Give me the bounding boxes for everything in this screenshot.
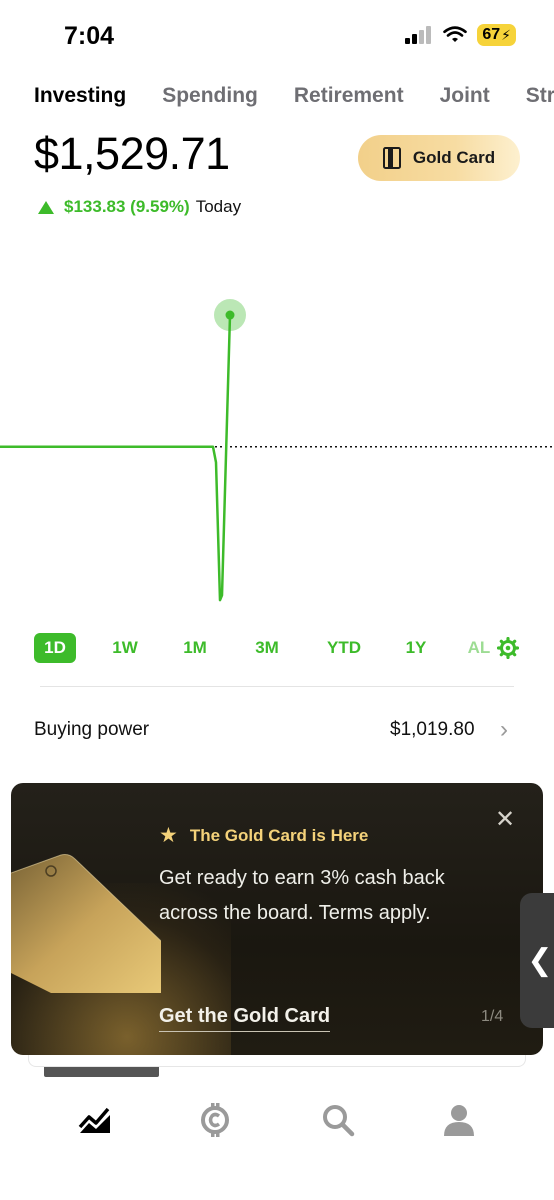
daily-change: $133.83 (9.59%) Today bbox=[38, 197, 241, 217]
gold-card-label: Gold Card bbox=[412, 148, 496, 167]
account-tabs: Investing Spending Retirement Joint Stra bbox=[34, 84, 554, 108]
gold-card-image bbox=[11, 854, 161, 993]
tab-joint[interactable]: Joint bbox=[440, 84, 490, 108]
star-icon: ★ bbox=[159, 824, 178, 847]
nav-search[interactable] bbox=[313, 1095, 363, 1145]
tab-investing[interactable]: Investing bbox=[34, 84, 126, 108]
status-time: 7:04 bbox=[64, 22, 115, 50]
gold-card-button[interactable]: Gold Card bbox=[358, 135, 520, 181]
investing-icon bbox=[78, 1107, 110, 1133]
tab-spending[interactable]: Spending bbox=[162, 84, 258, 108]
account-icon bbox=[444, 1105, 474, 1136]
stacked-card-progress bbox=[44, 1067, 159, 1077]
divider bbox=[40, 686, 514, 687]
chevron-left-icon: ❮ bbox=[527, 944, 553, 977]
range-1y[interactable]: 1Y bbox=[395, 633, 437, 663]
chevron-right-icon[interactable]: › bbox=[500, 716, 508, 744]
crypto-icon bbox=[201, 1103, 229, 1137]
portfolio-chart[interactable] bbox=[0, 290, 554, 620]
portfolio-balance: $1,529.71 bbox=[34, 128, 230, 179]
tab-retirement[interactable]: Retirement bbox=[294, 84, 404, 108]
range-1m[interactable]: 1M bbox=[174, 633, 216, 663]
time-range-selector: 1D 1W 1M 3M YTD 1Y AL bbox=[34, 633, 524, 663]
wifi-icon bbox=[443, 26, 468, 42]
signal-icon bbox=[405, 26, 432, 44]
nav-investing[interactable] bbox=[70, 1095, 120, 1145]
promo-title-text: The Gold Card is Here bbox=[189, 825, 369, 845]
range-ytd[interactable]: YTD bbox=[319, 633, 369, 663]
battery-level: 67 bbox=[482, 26, 501, 43]
nav-crypto[interactable] bbox=[190, 1095, 240, 1145]
promo-pagination: 1/4 bbox=[481, 1008, 504, 1025]
status-icons: 67 ⚡ bbox=[405, 24, 516, 46]
buying-power-label[interactable]: Buying power bbox=[34, 719, 149, 741]
up-arrow-icon bbox=[38, 200, 54, 214]
current-point bbox=[225, 310, 235, 320]
close-icon[interactable]: ✕ bbox=[495, 805, 515, 834]
tab-strategies[interactable]: Stra bbox=[526, 84, 554, 108]
battery-indicator: 67 ⚡ bbox=[477, 24, 516, 46]
get-gold-card-link[interactable]: Get the Gold Card bbox=[159, 1005, 331, 1032]
gold-card-promo[interactable]: ★ The Gold Card is Here Get ready to ear… bbox=[11, 783, 543, 1055]
price-line bbox=[0, 315, 232, 602]
promo-body: Get ready to earn 3% cash back across th… bbox=[159, 867, 445, 924]
side-drawer-handle[interactable]: ❮ bbox=[520, 893, 554, 1028]
gear-icon[interactable] bbox=[497, 637, 519, 659]
change-amount: $133.83 (9.59%) bbox=[64, 197, 190, 216]
charging-icon: ⚡ bbox=[501, 27, 511, 43]
card-icon bbox=[382, 147, 401, 169]
promo-title: ★ The Gold Card is Here bbox=[159, 823, 368, 848]
buying-power-value[interactable]: $1,019.80 bbox=[390, 719, 475, 741]
change-period: Today bbox=[195, 197, 242, 216]
range-all[interactable]: AL bbox=[464, 633, 494, 663]
search-icon bbox=[323, 1105, 355, 1137]
nav-account[interactable] bbox=[434, 1095, 484, 1145]
range-1d[interactable]: 1D bbox=[34, 633, 76, 663]
range-1w[interactable]: 1W bbox=[104, 633, 146, 663]
bottom-navigation bbox=[0, 1095, 554, 1155]
range-3m[interactable]: 3M bbox=[246, 633, 288, 663]
